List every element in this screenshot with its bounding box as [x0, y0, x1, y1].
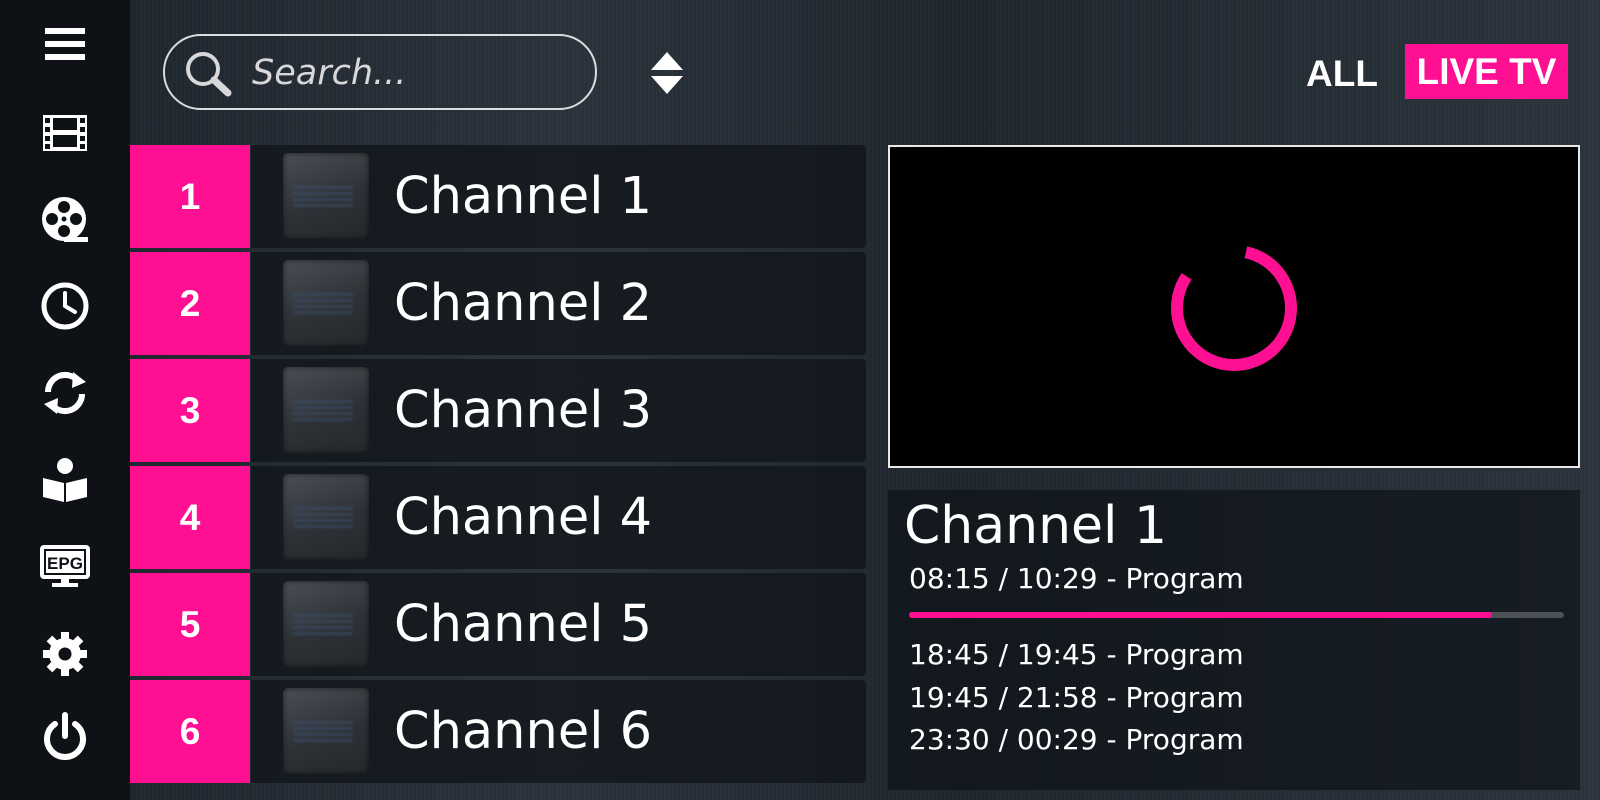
channel-name: Channel 3: [394, 381, 653, 440]
channel-logo-glyph: [293, 183, 353, 207]
epg-monitor-icon: EPG: [40, 545, 90, 587]
current-program: 08:15 / 10:29 - Program: [909, 562, 1244, 595]
movies-button[interactable]: [25, 103, 105, 163]
channel-row[interactable]: 1 Channel 1: [130, 145, 866, 248]
upcoming-program-2: 19:45 / 21:58 - Program: [909, 681, 1244, 714]
channel-number: 4: [130, 466, 250, 569]
channel-info: Channel 5: [251, 573, 866, 676]
search-input[interactable]: [250, 50, 574, 96]
channel-number: 1: [130, 145, 250, 248]
hamburger-menu-icon: [45, 28, 85, 60]
program-progress-fill: [909, 612, 1492, 618]
search-box[interactable]: [163, 34, 597, 110]
channel-name: Channel 4: [394, 488, 653, 547]
epg-button[interactable]: EPG: [25, 537, 105, 597]
channel-row[interactable]: 3 Channel 3: [130, 359, 866, 462]
channel-name: Channel 1: [394, 167, 653, 226]
clock-icon: [41, 282, 89, 330]
info-channel-title: Channel 1: [904, 496, 1168, 556]
filter-all[interactable]: ALL: [1306, 48, 1378, 100]
channel-row[interactable]: 6 Channel 6: [130, 680, 866, 783]
channel-logo-glyph: [293, 611, 353, 635]
channel-logo: [283, 688, 369, 774]
channel-logo-glyph: [293, 504, 353, 528]
upcoming-program-1: 18:45 / 19:45 - Program: [909, 638, 1244, 671]
channel-info: Channel 3: [251, 359, 866, 462]
channel-info: Channel 4: [251, 466, 866, 569]
upcoming-program-3: 23:30 / 00:29 - Program: [909, 723, 1244, 756]
channel-logo: [283, 260, 369, 346]
channel-row[interactable]: 5 Channel 5: [130, 573, 866, 676]
series-button[interactable]: [25, 190, 105, 250]
channel-logo: [283, 581, 369, 667]
guide-button[interactable]: [25, 450, 105, 510]
channel-number: 6: [130, 680, 250, 783]
catch-up-button[interactable]: [25, 276, 105, 336]
channel-name: Channel 6: [394, 702, 653, 761]
refresh-button[interactable]: [25, 363, 105, 423]
channel-info: Channel 6: [251, 680, 866, 783]
filter-live-tv[interactable]: LIVE TV: [1405, 44, 1568, 99]
power-icon: [44, 712, 86, 760]
channel-name: Channel 5: [394, 595, 653, 654]
channel-logo-glyph: [293, 718, 353, 742]
sync-icon: [44, 371, 86, 415]
program-progress-bar: [909, 612, 1564, 618]
sidebar: EPG: [0, 0, 130, 800]
channel-number: 5: [130, 573, 250, 676]
video-player[interactable]: [888, 145, 1580, 468]
channel-number: 2: [130, 252, 250, 355]
film-strip-icon: [43, 115, 87, 151]
channel-name: Channel 2: [394, 274, 653, 333]
channel-row[interactable]: 4 Channel 4: [130, 466, 866, 569]
channel-logo-glyph: [293, 397, 353, 421]
channel-info: Channel 1: [251, 145, 866, 248]
channel-info: Channel 2: [251, 252, 866, 355]
gear-icon: [43, 632, 87, 676]
channel-logo: [283, 153, 369, 239]
sort-icon[interactable]: [647, 50, 687, 96]
film-reel-icon: [42, 197, 88, 242]
channel-logo: [283, 474, 369, 560]
menu-button[interactable]: [25, 14, 105, 74]
loading-spinner-icon: [1171, 245, 1297, 371]
program-info-panel: Channel 1 08:15 / 10:29 - Program 18:45 …: [888, 490, 1580, 790]
channel-number: 3: [130, 359, 250, 462]
channel-row[interactable]: 2 Channel 2: [130, 252, 866, 355]
settings-button[interactable]: [25, 624, 105, 684]
search-icon: [186, 52, 232, 97]
channel-logo-glyph: [293, 290, 353, 314]
epg-icon-label: EPG: [47, 554, 83, 573]
power-button[interactable]: [25, 706, 105, 766]
reader-icon: [43, 458, 87, 502]
channel-logo: [283, 367, 369, 453]
